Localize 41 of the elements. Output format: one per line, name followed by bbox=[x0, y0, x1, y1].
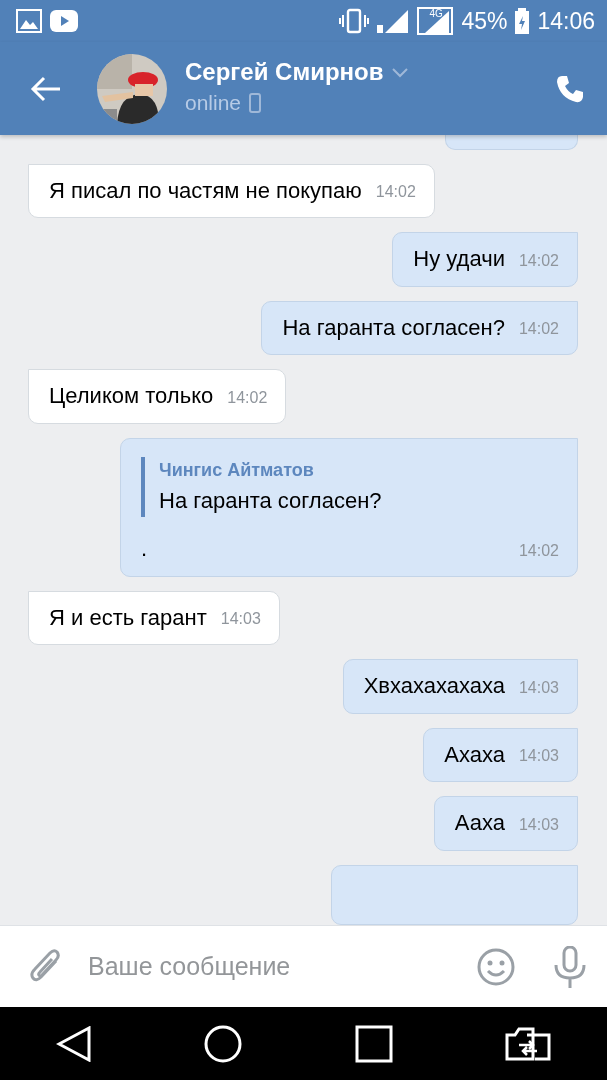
chevron-down-icon bbox=[391, 67, 408, 78]
message-text: Целиком только bbox=[49, 382, 214, 411]
phone-icon[interactable] bbox=[555, 73, 585, 104]
home-icon[interactable] bbox=[204, 1024, 243, 1063]
back-icon[interactable] bbox=[56, 1025, 93, 1062]
recents-icon[interactable] bbox=[354, 1024, 393, 1063]
message-time: 14:03 bbox=[518, 677, 559, 698]
message-time: 14:02 bbox=[375, 182, 416, 203]
switch-icon[interactable] bbox=[504, 1026, 551, 1061]
message-time: 14:02 bbox=[518, 319, 559, 340]
message-time: 14:02 bbox=[518, 250, 559, 271]
emoji-icon[interactable] bbox=[477, 947, 515, 986]
signal-icon bbox=[377, 8, 410, 34]
quoted-text: На гаранта согласен? bbox=[159, 487, 383, 516]
message-text: Ахаха bbox=[444, 740, 505, 769]
microphone-icon[interactable] bbox=[553, 945, 587, 988]
message-text: На гаранта согласен? bbox=[282, 313, 505, 342]
message-time: 14:03 bbox=[518, 746, 559, 767]
network-type-text: 4G bbox=[429, 9, 443, 19]
message-time: 14:02 bbox=[518, 540, 559, 561]
message-text: Хвхахахахаха bbox=[363, 672, 505, 701]
contact-name[interactable]: Сергей Смирнов bbox=[185, 58, 384, 88]
message-text: Ну удачи bbox=[413, 245, 505, 274]
message-text: . bbox=[141, 535, 149, 564]
video-icon bbox=[50, 10, 78, 32]
message-text: Ааха bbox=[454, 809, 505, 838]
message-time: 14:03 bbox=[220, 609, 261, 630]
message-time: 14:03 bbox=[518, 815, 559, 835]
online-status: online bbox=[185, 90, 242, 117]
status-time: 14:06 bbox=[537, 6, 595, 36]
phone-device-icon bbox=[249, 92, 262, 113]
message-text: Я писал по частям не покупаю bbox=[49, 176, 362, 205]
quoted-author: Чингис Айтматов bbox=[159, 459, 315, 483]
message-time: 14:02 bbox=[227, 388, 268, 409]
battery-percent: 45% bbox=[461, 6, 508, 36]
message-input[interactable]: Ваше сообщение bbox=[86, 946, 461, 987]
battery-icon bbox=[515, 8, 530, 34]
message-text: Я и есть гарант bbox=[49, 603, 207, 632]
message-composer[interactable]: Ваше сообщение bbox=[0, 925, 607, 1007]
vibrate-icon bbox=[339, 8, 370, 34]
image-icon bbox=[16, 8, 42, 34]
